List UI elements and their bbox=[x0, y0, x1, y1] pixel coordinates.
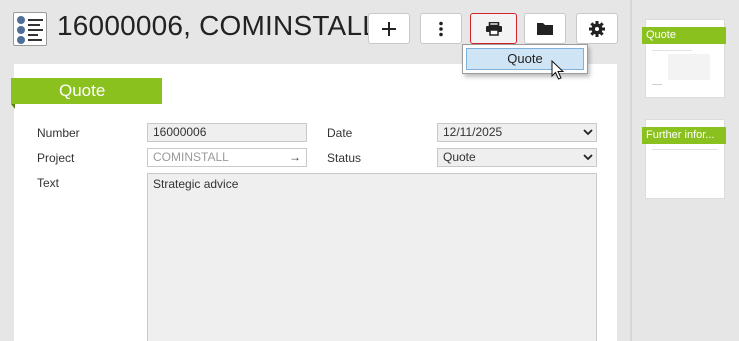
add-button[interactable] bbox=[368, 13, 410, 44]
status-value: Quote bbox=[443, 150, 476, 164]
status-select[interactable]: Quote bbox=[437, 148, 597, 167]
sidebar-divider bbox=[630, 0, 632, 341]
text-label: Text bbox=[37, 176, 60, 190]
print-menu: Quote bbox=[462, 44, 588, 74]
chevron-down-icon[interactable] bbox=[579, 124, 596, 141]
number-label: Number bbox=[37, 126, 80, 140]
status-label: Status bbox=[327, 151, 362, 165]
settings-button[interactable] bbox=[576, 13, 618, 44]
gear-icon bbox=[589, 20, 605, 37]
project-label: Project bbox=[37, 151, 75, 165]
document-list-icon bbox=[13, 12, 47, 46]
arrow-right-icon[interactable]: → bbox=[289, 149, 301, 166]
vertical-ellipsis-icon bbox=[439, 21, 443, 36]
page-title: 16000006, COMINSTALL bbox=[57, 10, 378, 41]
print-menu-item-quote[interactable]: Quote bbox=[466, 48, 584, 70]
thumbnail-label: Further infor... bbox=[642, 127, 726, 144]
thumbnail-quote[interactable]: Quote bbox=[642, 19, 726, 98]
thumbnail-label: Quote bbox=[642, 27, 726, 44]
thumbnail-further-information[interactable]: Further infor... bbox=[642, 119, 726, 199]
date-label: Date bbox=[327, 126, 353, 140]
date-value: 12/11/2025 bbox=[443, 125, 503, 139]
project-field[interactable]: COMINSTALL → bbox=[147, 148, 307, 167]
text-area[interactable]: Strategic advice bbox=[147, 173, 597, 341]
plus-icon bbox=[382, 21, 396, 36]
folder-button[interactable] bbox=[524, 13, 566, 44]
date-field[interactable]: 12/11/2025 bbox=[437, 123, 597, 142]
more-options-button[interactable] bbox=[420, 13, 462, 44]
number-field[interactable]: 16000006 bbox=[147, 123, 307, 142]
folder-icon bbox=[537, 23, 553, 35]
project-placeholder: COMINSTALL bbox=[153, 150, 229, 164]
quote-form-panel: Quote Number 16000006 Project COMINSTALL… bbox=[11, 64, 617, 341]
printer-icon bbox=[485, 21, 502, 36]
section-title: Quote bbox=[11, 78, 162, 109]
chevron-down-icon[interactable] bbox=[579, 149, 596, 166]
mouse-cursor-icon bbox=[551, 60, 565, 80]
print-button[interactable] bbox=[470, 13, 517, 44]
